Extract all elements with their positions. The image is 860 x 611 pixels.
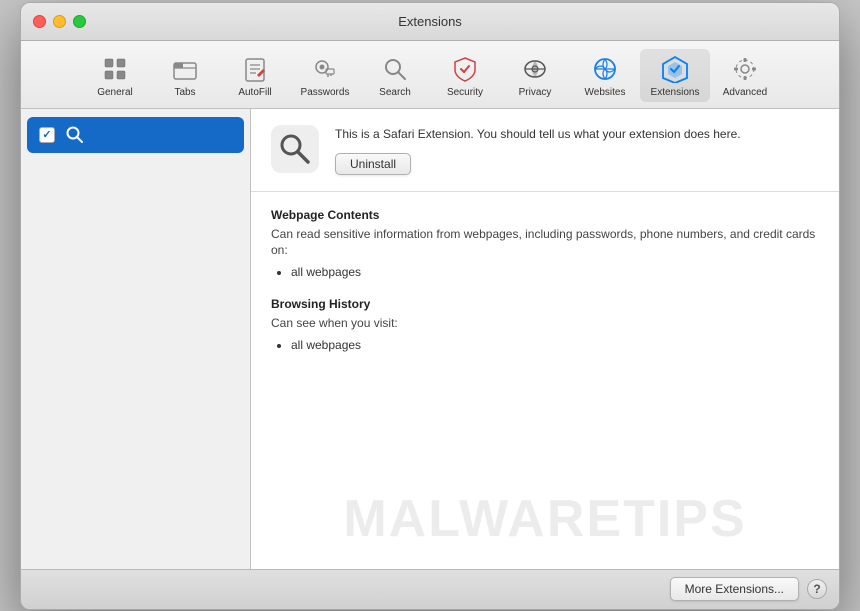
toolbar-item-tabs[interactable]: Tabs xyxy=(150,49,220,102)
toolbar-item-advanced[interactable]: Advanced xyxy=(710,49,780,102)
bottom-bar: More Extensions... ? xyxy=(21,569,839,609)
advanced-icon xyxy=(729,53,761,85)
tabs-icon xyxy=(169,53,201,85)
security-icon xyxy=(449,53,481,85)
extension-header: This is a Safari Extension. You should t… xyxy=(251,109,839,192)
toolbar-label-tabs: Tabs xyxy=(174,87,195,98)
safari-preferences-window: Extensions General xyxy=(20,2,840,610)
main-content: ✓ MALWARETIPS xyxy=(21,109,839,569)
browsing-history-desc: Can see when you visit: xyxy=(271,315,819,332)
toolbar-item-search[interactable]: Search xyxy=(360,49,430,102)
browsing-history-title: Browsing History xyxy=(271,297,819,311)
checkmark-icon: ✓ xyxy=(42,128,51,141)
toolbar-label-advanced: Advanced xyxy=(723,87,767,98)
maximize-button[interactable] xyxy=(73,15,86,28)
toolbar-item-general[interactable]: General xyxy=(80,49,150,102)
extension-info: This is a Safari Extension. You should t… xyxy=(335,125,819,175)
traffic-lights xyxy=(33,15,86,28)
toolbar-label-general: General xyxy=(97,87,133,98)
toolbar-label-security: Security xyxy=(447,87,483,98)
sidebar: ✓ xyxy=(21,109,251,569)
close-button[interactable] xyxy=(33,15,46,28)
toolbar-label-passwords: Passwords xyxy=(301,87,350,98)
toolbar-item-security[interactable]: Security xyxy=(430,49,500,102)
toolbar-label-autofill: AutoFill xyxy=(238,87,271,98)
toolbar-item-websites[interactable]: Websites xyxy=(570,49,640,102)
webpage-contents-section: Webpage Contents Can read sensitive info… xyxy=(271,208,819,280)
extension-description: This is a Safari Extension. You should t… xyxy=(335,125,819,143)
webpage-contents-desc: Can read sensitive information from webp… xyxy=(271,226,819,260)
uninstall-button[interactable]: Uninstall xyxy=(335,153,411,175)
autofill-icon xyxy=(239,53,271,85)
extension-checkbox[interactable]: ✓ xyxy=(39,127,55,143)
watermark: MALWARETIPS xyxy=(343,489,746,549)
title-bar: Extensions xyxy=(21,3,839,41)
help-button[interactable]: ? xyxy=(807,579,827,599)
websites-icon xyxy=(589,53,621,85)
toolbar-label-search: Search xyxy=(379,87,411,98)
permissions-section: Webpage Contents Can read sensitive info… xyxy=(251,192,839,386)
browsing-history-section: Browsing History Can see when you visit:… xyxy=(271,297,819,352)
toolbar-label-privacy: Privacy xyxy=(519,87,552,98)
toolbar-label-websites: Websites xyxy=(585,87,626,98)
minimize-button[interactable] xyxy=(53,15,66,28)
privacy-icon xyxy=(519,53,551,85)
list-item: all webpages xyxy=(291,265,819,279)
more-extensions-button[interactable]: More Extensions... xyxy=(670,577,799,601)
search-toolbar-icon xyxy=(379,53,411,85)
list-item: all webpages xyxy=(291,338,819,352)
toolbar-item-privacy[interactable]: Privacy xyxy=(500,49,570,102)
sidebar-ext-icon xyxy=(63,123,87,147)
sidebar-item-search-ext[interactable]: ✓ xyxy=(27,117,244,153)
detail-panel: MALWARETIPS This is a Safari Extension. … xyxy=(251,109,839,569)
extensions-icon xyxy=(659,53,691,85)
toolbar-label-extensions: Extensions xyxy=(651,87,700,98)
toolbar-item-autofill[interactable]: AutoFill xyxy=(220,49,290,102)
webpage-contents-list: all webpages xyxy=(271,265,819,279)
browsing-history-list: all webpages xyxy=(271,338,819,352)
extension-icon xyxy=(271,125,319,173)
webpage-contents-title: Webpage Contents xyxy=(271,208,819,222)
general-icon xyxy=(99,53,131,85)
toolbar-item-extensions[interactable]: Extensions xyxy=(640,49,710,102)
window-title: Extensions xyxy=(398,14,462,29)
toolbar: General Tabs xyxy=(21,41,839,109)
toolbar-item-passwords[interactable]: Passwords xyxy=(290,49,360,102)
passwords-icon xyxy=(309,53,341,85)
